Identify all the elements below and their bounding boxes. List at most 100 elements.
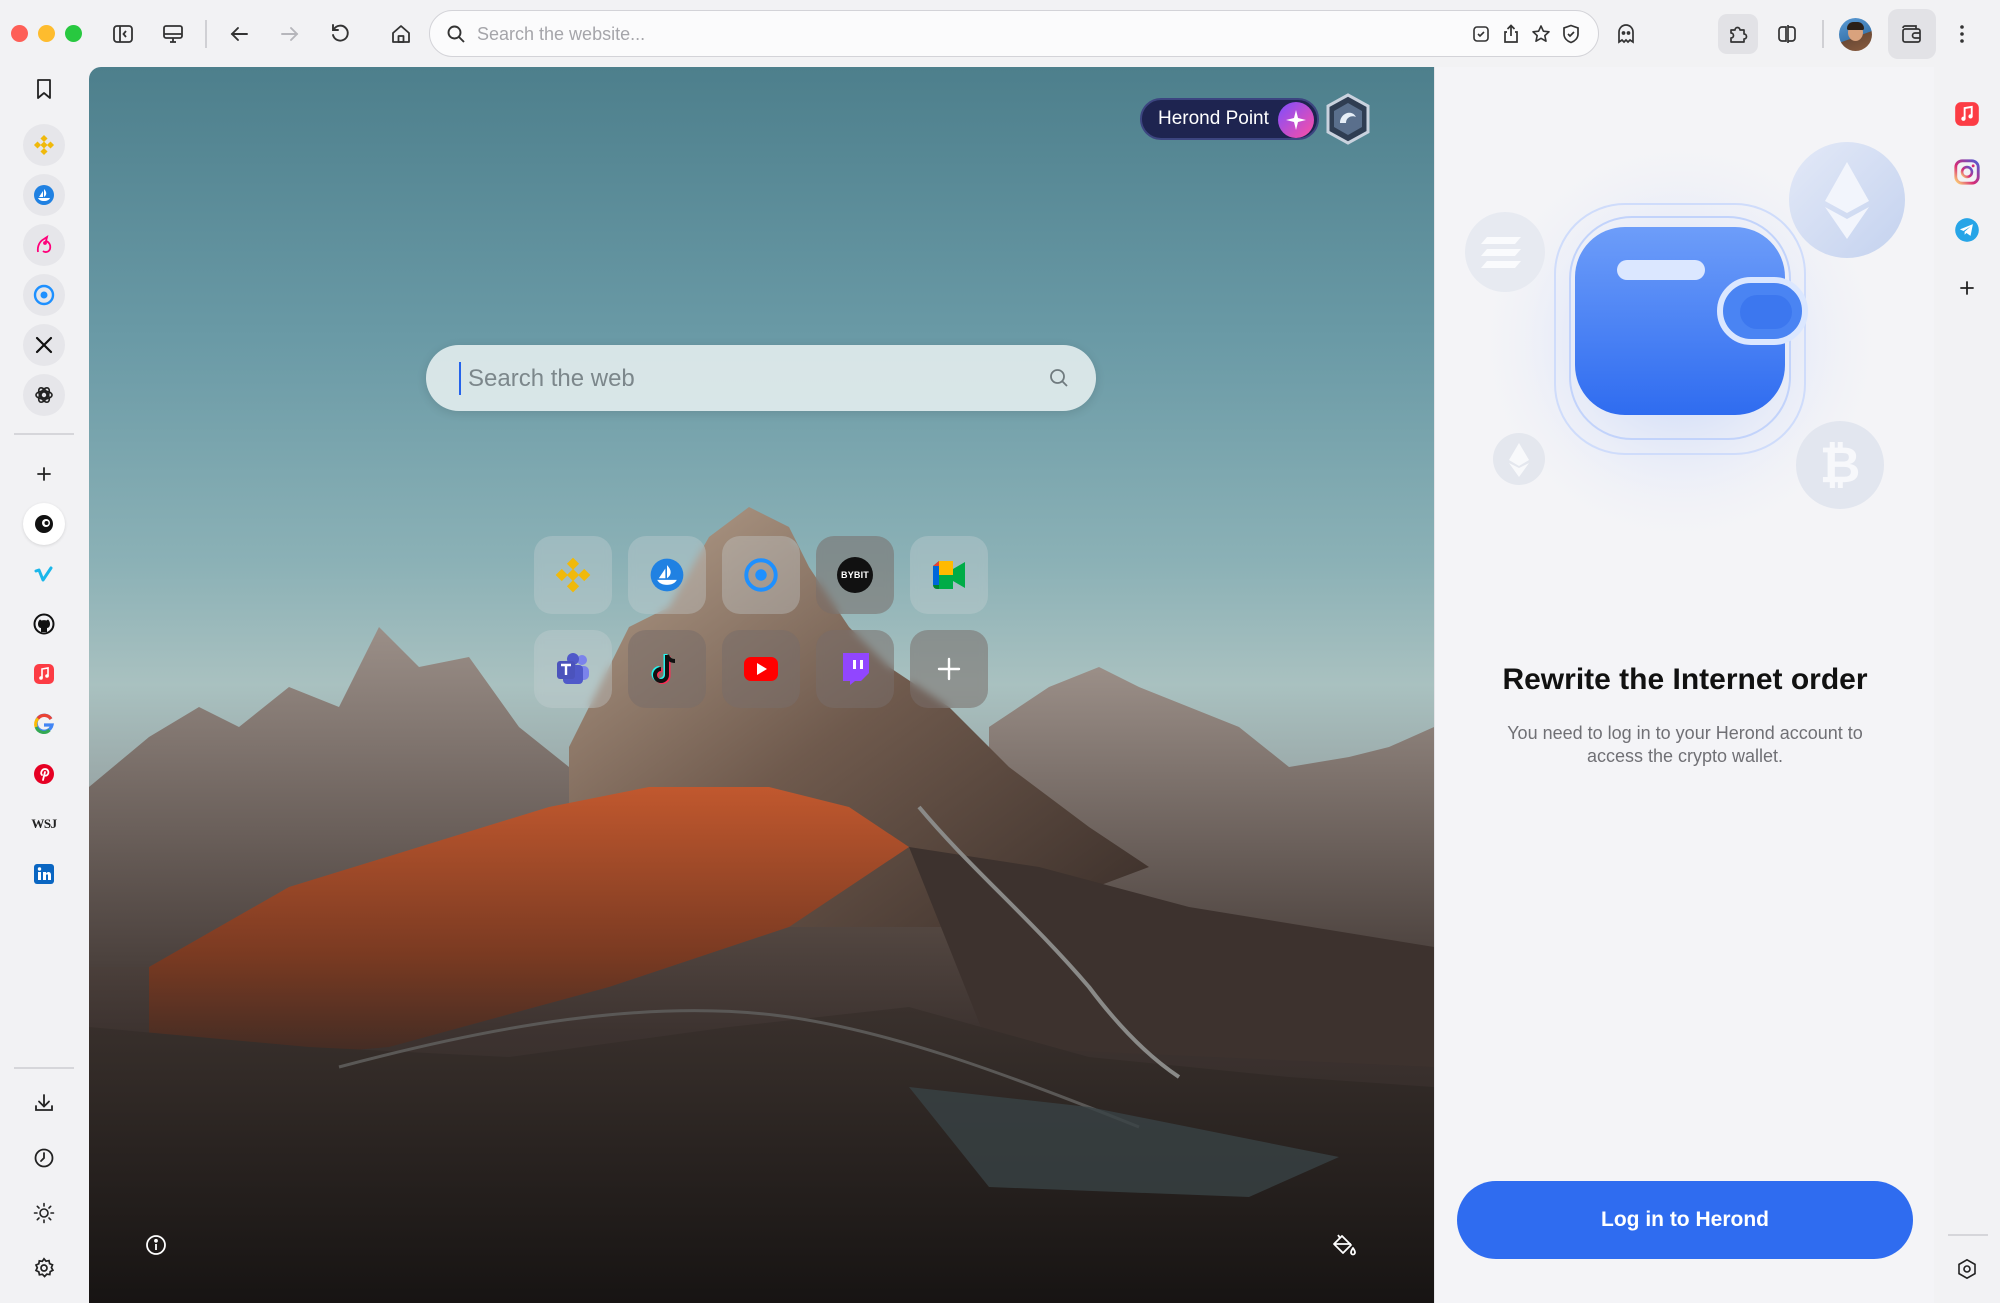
- sidebar-item-x[interactable]: [20, 324, 68, 366]
- shortcut-tile-youtube[interactable]: [722, 630, 800, 708]
- page-action-icon[interactable]: [1470, 23, 1492, 45]
- home-icon: [392, 25, 410, 43]
- shortcut-tile-add[interactable]: [910, 630, 988, 708]
- plus-icon: [1960, 281, 1974, 295]
- ghost-icon: [1618, 24, 1634, 44]
- apple-music-icon: [34, 664, 54, 684]
- shortcut-tile-twitch[interactable]: [816, 630, 894, 708]
- github-icon: [33, 613, 55, 635]
- unicorn-icon: [23, 224, 65, 266]
- sidebar-item-theme[interactable]: [20, 1192, 68, 1234]
- teams-icon: [557, 653, 589, 684]
- split-view-icon: [1778, 25, 1796, 43]
- login-button[interactable]: Log in to Herond: [1457, 1181, 1913, 1259]
- sidebar-item-coinmarketcap[interactable]: [20, 274, 68, 316]
- sun-icon: [33, 1202, 55, 1224]
- minimize-window-button[interactable]: [38, 25, 55, 42]
- svg-text:₿: ₿: [1820, 437, 1861, 493]
- right-sidebar-item-telegram[interactable]: [1948, 211, 1986, 249]
- extensions-button[interactable]: [1718, 14, 1758, 54]
- sidebar-item-binance[interactable]: [20, 124, 68, 166]
- share-icon[interactable]: [1500, 23, 1522, 45]
- maximize-window-button[interactable]: [65, 25, 82, 42]
- wallet-icon: [1902, 25, 1921, 43]
- browser-toolbar: Search the website...: [0, 0, 2000, 67]
- back-button[interactable]: [220, 15, 258, 53]
- sidebar-item-github[interactable]: [20, 603, 68, 645]
- shortcut-tile-binance[interactable]: [534, 536, 612, 614]
- search-icon[interactable]: [1048, 367, 1070, 389]
- shortcut-tile-opensea[interactable]: [628, 536, 706, 614]
- sidebar-item-opensea[interactable]: [20, 174, 68, 216]
- puzzle-icon: [1730, 26, 1748, 43]
- sidebar-item-chatgpt[interactable]: [20, 374, 68, 416]
- telegram-icon: [1955, 218, 1979, 242]
- bookmark-icon: [37, 79, 51, 99]
- wsj-icon: WSJ: [31, 816, 57, 831]
- monitor-icon: [163, 25, 183, 43]
- shortcut-tile-bybit[interactable]: BYBIT: [816, 536, 894, 614]
- shortcut-tile-tiktok[interactable]: [628, 630, 706, 708]
- sidebar-item-wsj[interactable]: WSJ: [20, 803, 68, 845]
- coinmarketcap-icon: [744, 558, 778, 592]
- youtube-icon: [744, 657, 778, 681]
- sparkle-icon: [1277, 102, 1314, 138]
- sidebar-item-google[interactable]: [20, 703, 68, 745]
- sidebar-item-downloads[interactable]: [20, 1082, 68, 1124]
- shortcut-tile-coinmarketcap[interactable]: [722, 536, 800, 614]
- wallet-button[interactable]: [1888, 9, 1936, 59]
- google-meet-icon: [933, 561, 965, 589]
- bookmark-star-icon[interactable]: [1530, 23, 1552, 45]
- sidebar-item-apple-music[interactable]: [20, 653, 68, 695]
- sidebar-item-settings[interactable]: [20, 1247, 68, 1289]
- close-window-button[interactable]: [11, 25, 28, 42]
- customize-background-button[interactable]: [1326, 1227, 1362, 1263]
- sidebar-item-vimeo[interactable]: [20, 553, 68, 595]
- shortcut-tile-teams[interactable]: [534, 630, 612, 708]
- shortcut-tile-google-meet[interactable]: [910, 536, 988, 614]
- kebab-menu-icon: [1960, 25, 1964, 43]
- sidebar-item-bookmarks[interactable]: [20, 68, 68, 110]
- sidebar-item-pinterest[interactable]: [20, 753, 68, 795]
- right-sidebar-settings-button[interactable]: [1948, 1250, 1986, 1288]
- sidebar-item-crypto-app[interactable]: [20, 224, 68, 266]
- pinterest-icon: [34, 764, 54, 784]
- vimeo-icon: [34, 566, 53, 582]
- address-bar[interactable]: Search the website...: [429, 10, 1599, 57]
- right-sidebar-item-instagram[interactable]: [1948, 153, 1986, 191]
- right-sidebar-item-apple-music[interactable]: [1948, 95, 1986, 133]
- herond-point-button[interactable]: Herond Point: [1140, 98, 1319, 140]
- forward-button[interactable]: [271, 15, 309, 53]
- sidebar-divider: [14, 433, 74, 435]
- opensea-icon: [23, 174, 65, 216]
- wallet-illustration: ₿: [1465, 132, 1905, 552]
- info-button[interactable]: [138, 1227, 174, 1263]
- settings-icon: [1958, 1258, 1976, 1280]
- sidebar-item-linkedin[interactable]: [20, 853, 68, 895]
- right-sidebar-add-button[interactable]: [1948, 269, 1986, 307]
- split-view-button[interactable]: [1768, 15, 1806, 53]
- text-caret: [459, 362, 461, 395]
- rank-badge-icon[interactable]: [1322, 93, 1374, 145]
- home-button[interactable]: [382, 15, 420, 53]
- toolbar-divider: [205, 20, 207, 48]
- bybit-label: BYBIT: [841, 570, 869, 580]
- shield-icon[interactable]: [1560, 23, 1582, 45]
- sidebar-add-button[interactable]: [20, 453, 68, 495]
- bybit-icon: BYBIT: [837, 557, 873, 593]
- web-search-box[interactable]: Search the web: [426, 345, 1096, 411]
- sidebar-toggle-button[interactable]: [104, 15, 142, 53]
- sidebar-item-herond[interactable]: [20, 503, 68, 545]
- address-bar-placeholder: Search the website...: [477, 24, 646, 44]
- left-sidebar: WSJ: [0, 67, 88, 1303]
- reload-button[interactable]: [321, 15, 359, 53]
- history-clock-icon: [34, 1148, 54, 1168]
- sidebar-divider: [14, 1067, 74, 1069]
- tab-overview-button[interactable]: [154, 15, 192, 53]
- assistant-button[interactable]: [1607, 15, 1645, 53]
- sidebar-item-history[interactable]: [20, 1137, 68, 1179]
- arrow-right-icon: [281, 27, 299, 41]
- new-tab-page: Herond Point Search the web BYBIT: [89, 67, 1434, 1303]
- profile-avatar[interactable]: [1839, 18, 1872, 51]
- more-menu-button[interactable]: [1948, 15, 1976, 53]
